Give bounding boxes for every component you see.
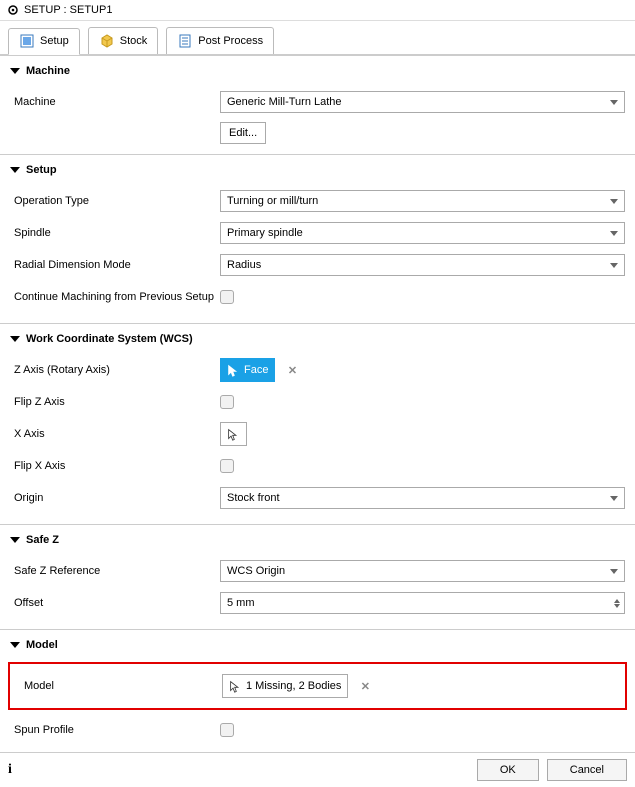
spun-profile-checkbox[interactable] — [220, 723, 234, 737]
section-wcs: Work Coordinate System (WCS) Z Axis (Rot… — [0, 323, 635, 524]
edit-machine-button[interactable]: Edit... — [220, 122, 266, 144]
tab-post-label: Post Process — [198, 35, 263, 47]
radial-mode-label: Radial Dimension Mode — [10, 249, 220, 281]
section-wcs-title: Work Coordinate System (WCS) — [26, 333, 193, 345]
model-pick-value: 1 Missing, 2 Bodies — [246, 680, 341, 692]
operation-type-value: Turning or mill/turn — [227, 195, 318, 207]
info-icon[interactable]: i — [8, 762, 12, 778]
setup-tab-icon — [19, 33, 35, 49]
caret-down-icon — [10, 336, 20, 342]
chevron-down-icon — [610, 569, 618, 574]
zaxis-clear-button[interactable]: ✕ — [281, 359, 303, 381]
stock-tab-icon — [99, 33, 115, 49]
cursor-icon — [227, 428, 240, 441]
continue-machining-checkbox[interactable] — [220, 290, 234, 304]
caret-down-icon — [10, 642, 20, 648]
model-clear-button[interactable]: ✕ — [354, 675, 376, 697]
origin-value: Stock front — [227, 492, 280, 504]
chevron-down-icon — [610, 199, 618, 204]
section-model: Model Model 1 Missing, 2 Bodies ✕ Spun P… — [0, 629, 635, 752]
cursor-icon — [227, 364, 240, 377]
window-title: SETUP : SETUP1 — [24, 4, 112, 16]
origin-label: Origin — [10, 482, 220, 514]
chevron-down-icon — [610, 496, 618, 501]
safez-ref-label: Safe Z Reference — [10, 555, 220, 587]
section-setup-title: Setup — [26, 164, 57, 176]
cursor-icon — [229, 680, 242, 693]
machine-select[interactable]: Generic Mill-Turn Lathe — [220, 91, 625, 113]
tab-setup-label: Setup — [40, 35, 69, 47]
zaxis-label: Z Axis (Rotary Axis) — [10, 354, 220, 386]
tab-post-process[interactable]: Post Process — [166, 27, 274, 54]
caret-down-icon — [10, 537, 20, 543]
radial-mode-select[interactable]: Radius — [220, 254, 625, 276]
origin-select[interactable]: Stock front — [220, 487, 625, 509]
window-titlebar: SETUP : SETUP1 — [0, 0, 635, 21]
radial-mode-value: Radius — [227, 259, 261, 271]
section-model-title: Model — [26, 639, 58, 651]
edit-button-label: Edit... — [229, 127, 257, 139]
zaxis-pick-value: Face — [244, 364, 268, 376]
section-setup-header[interactable]: Setup — [0, 155, 635, 185]
spun-profile-label: Spun Profile — [10, 714, 220, 746]
spindle-select[interactable]: Primary spindle — [220, 222, 625, 244]
ok-label: OK — [500, 764, 516, 776]
chevron-down-icon — [610, 263, 618, 268]
footer: i OK Cancel — [0, 752, 635, 787]
operation-type-select[interactable]: Turning or mill/turn — [220, 190, 625, 212]
section-safez: Safe Z Safe Z Reference WCS Origin Offse… — [0, 524, 635, 629]
flipx-label: Flip X Axis — [10, 450, 220, 482]
xaxis-pick-button[interactable] — [220, 422, 247, 446]
offset-spinner[interactable]: 5 mm — [220, 592, 625, 614]
spindle-label: Spindle — [10, 217, 220, 249]
cancel-label: Cancel — [570, 764, 604, 776]
section-safez-title: Safe Z — [26, 534, 59, 546]
machine-label: Machine — [10, 86, 220, 118]
offset-label: Offset — [10, 587, 220, 619]
flipz-checkbox[interactable] — [220, 395, 234, 409]
tab-stock[interactable]: Stock — [88, 27, 159, 54]
model-label: Model — [20, 670, 222, 702]
tab-stock-label: Stock — [120, 35, 148, 47]
continue-machining-label: Continue Machining from Previous Setup — [10, 281, 220, 313]
model-row-highlight: Model 1 Missing, 2 Bodies ✕ — [8, 662, 627, 710]
chevron-down-icon — [610, 100, 618, 105]
ok-button[interactable]: OK — [477, 759, 539, 781]
tab-setup[interactable]: Setup — [8, 28, 80, 55]
operation-type-label: Operation Type — [10, 185, 220, 217]
section-wcs-header[interactable]: Work Coordinate System (WCS) — [0, 324, 635, 354]
machine-select-value: Generic Mill-Turn Lathe — [227, 96, 342, 108]
section-machine-title: Machine — [26, 65, 70, 77]
caret-down-icon — [10, 167, 20, 173]
section-setup: Setup Operation Type Turning or mill/tur… — [0, 154, 635, 323]
xaxis-label: X Axis — [10, 418, 220, 450]
zaxis-pick-button[interactable]: Face — [220, 358, 275, 382]
section-machine: Machine Machine Generic Mill-Turn Lathe … — [0, 55, 635, 154]
safez-ref-select[interactable]: WCS Origin — [220, 560, 625, 582]
model-pick-button[interactable]: 1 Missing, 2 Bodies — [222, 674, 348, 698]
tab-bar: Setup Stock Post Process — [0, 21, 635, 55]
offset-value: 5 mm — [227, 597, 255, 609]
chevron-down-icon — [610, 231, 618, 236]
flipx-checkbox[interactable] — [220, 459, 234, 473]
section-model-header[interactable]: Model — [0, 630, 635, 660]
app-icon — [8, 5, 18, 15]
spindle-value: Primary spindle — [227, 227, 303, 239]
safez-ref-value: WCS Origin — [227, 565, 285, 577]
flipz-label: Flip Z Axis — [10, 386, 220, 418]
post-tab-icon — [177, 33, 193, 49]
section-safez-header[interactable]: Safe Z — [0, 525, 635, 555]
spinner-arrows-icon — [614, 599, 620, 608]
cancel-button[interactable]: Cancel — [547, 759, 627, 781]
caret-down-icon — [10, 68, 20, 74]
section-machine-header[interactable]: Machine — [0, 56, 635, 86]
